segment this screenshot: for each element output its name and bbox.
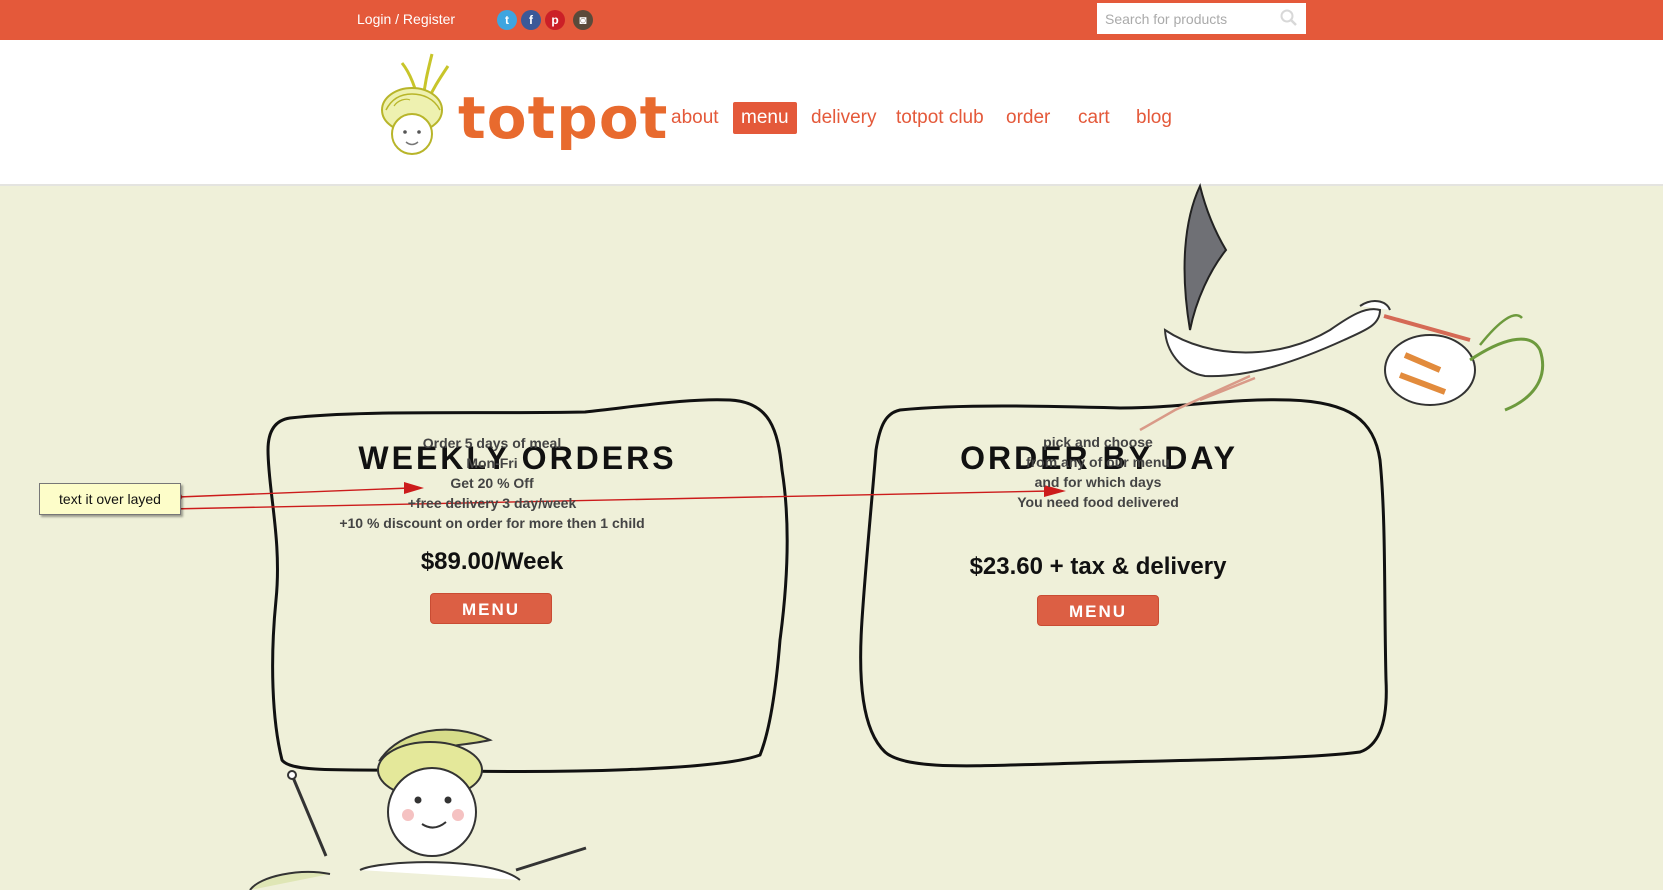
top-bar: Login / Register t f p ◙: [0, 0, 1663, 40]
search-box: [1097, 3, 1306, 34]
byday-menu-button[interactable]: MENU: [1037, 595, 1159, 626]
nav-totpot-club[interactable]: totpot club: [888, 102, 992, 134]
login-register-link[interactable]: Login / Register: [357, 11, 455, 27]
nav-about[interactable]: about: [663, 102, 727, 134]
weekly-menu-button[interactable]: MENU: [430, 593, 552, 624]
twitter-icon[interactable]: t: [497, 10, 517, 30]
logo-wordmark[interactable]: totpot: [458, 84, 668, 152]
instagram-icon[interactable]: ◙: [573, 10, 593, 30]
search-input[interactable]: [1105, 3, 1276, 34]
child-illustration: [249, 728, 587, 890]
search-icon[interactable]: [1280, 9, 1298, 27]
byday-line-1: pick and choose: [1043, 434, 1153, 450]
weekly-line-1: Order 5 days of meal: [422, 435, 562, 451]
nav-order[interactable]: order: [998, 102, 1058, 134]
annotation-note: text it over layed: [39, 483, 181, 515]
byday-line-4: You need food delivered: [1017, 494, 1179, 510]
weekly-line-2: Mon-Fri: [466, 455, 518, 471]
nav-menu[interactable]: menu: [733, 102, 797, 134]
nav-cart[interactable]: cart: [1070, 102, 1118, 134]
facebook-icon[interactable]: f: [521, 10, 541, 30]
nav-delivery[interactable]: delivery: [803, 102, 884, 134]
weekly-orders-description: Order 5 days of meal Mon-Fri Get 20 % Of…: [292, 433, 692, 533]
stork-illustration: [1139, 183, 1545, 432]
weekly-price: $89.00/Week: [420, 548, 564, 575]
weekly-line-3: Get 20 % Off: [450, 475, 534, 491]
byday-line-2: from any of our menu: [1026, 454, 1170, 470]
byday-price: $23.60 + tax & delivery: [969, 553, 1227, 580]
nav-blog[interactable]: blog: [1128, 102, 1180, 134]
order-by-day-description: pick and choose from any of our menu and…: [948, 432, 1248, 512]
weekly-line-4: +free delivery 3 day/week: [407, 495, 577, 511]
byday-line-3: and for which days: [1034, 474, 1162, 490]
weekly-line-5: +10 % discount on order for more then 1 …: [339, 515, 645, 531]
site-header: totpot about menu delivery totpot club o…: [0, 40, 1663, 186]
pinterest-icon[interactable]: p: [545, 10, 565, 30]
